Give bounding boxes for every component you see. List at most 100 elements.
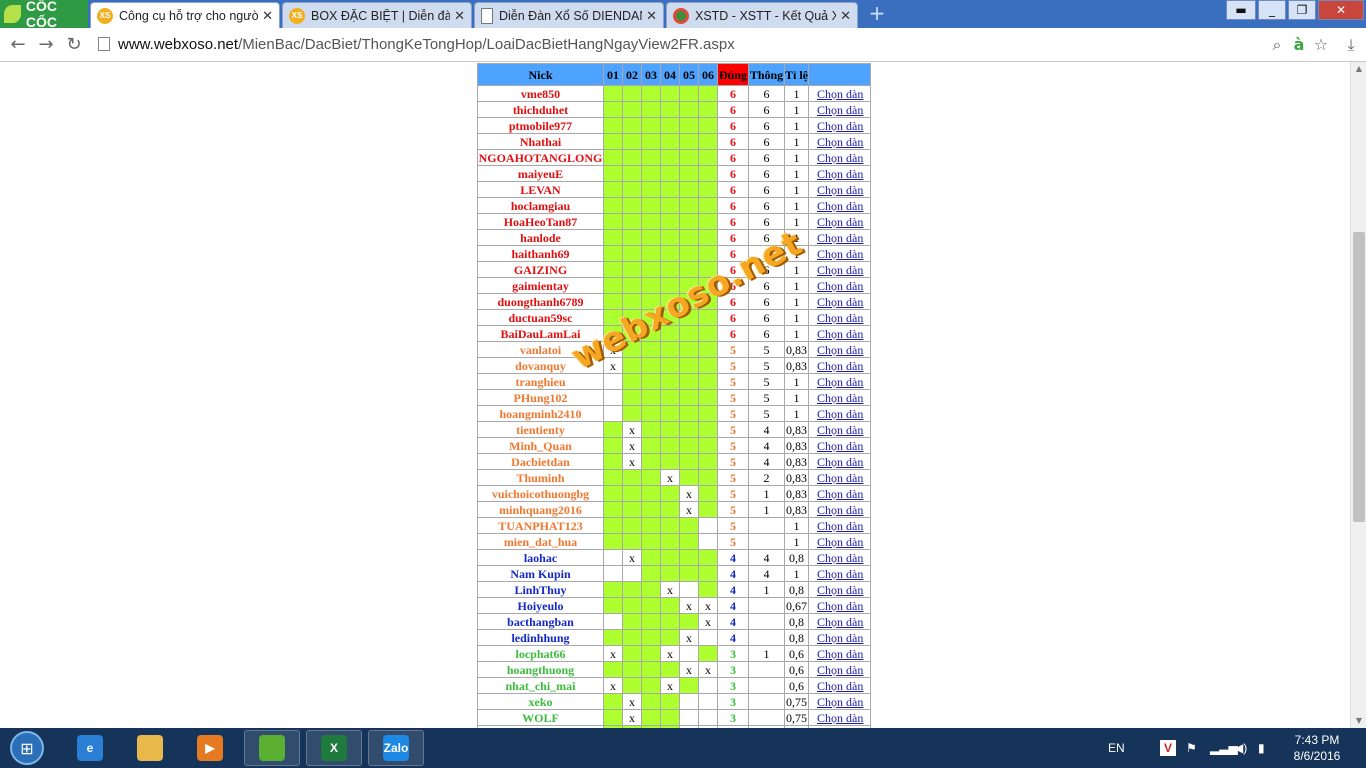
dung-cell: 6 bbox=[717, 117, 749, 134]
minimize-button[interactable]: _ bbox=[1258, 0, 1286, 20]
choose-set-link[interactable]: Chọn dàn bbox=[808, 709, 871, 726]
choose-set-link[interactable]: Chọn dàn bbox=[808, 437, 871, 454]
choose-set-link[interactable]: Chọn dàn bbox=[808, 517, 871, 534]
choose-set-link[interactable]: Chọn dàn bbox=[808, 245, 871, 262]
choose-set-link[interactable]: Chọn dàn bbox=[808, 325, 871, 342]
vertical-scrollbar[interactable]: ▲ ▼ bbox=[1350, 62, 1366, 728]
choose-set-link[interactable]: Chọn dàn bbox=[808, 293, 871, 310]
digit-cell-06: x bbox=[698, 661, 718, 678]
choose-set-link[interactable]: Chọn dàn bbox=[808, 133, 871, 150]
choose-set-link[interactable]: Chọn dàn bbox=[808, 149, 871, 166]
antivirus-tray-icon[interactable]: V bbox=[1160, 728, 1176, 768]
flag-tray-icon[interactable]: ⚑ bbox=[1186, 728, 1197, 768]
taskbar-app-excel[interactable]: X bbox=[306, 730, 362, 766]
maximize-button[interactable]: ❐ bbox=[1288, 0, 1316, 20]
battery-tray-icon[interactable]: ▮ bbox=[1258, 728, 1265, 768]
vietnamese-input-icon[interactable]: à bbox=[1288, 33, 1310, 57]
choose-set-link[interactable]: Chọn dàn bbox=[808, 677, 871, 694]
taskbar-app-media-player[interactable]: ▶ bbox=[182, 730, 238, 766]
choose-set-link[interactable]: Chọn dàn bbox=[808, 357, 871, 374]
system-clock[interactable]: 7:43 PM 8/6/2016 bbox=[1282, 732, 1352, 764]
zoom-icon[interactable]: ⌕ bbox=[1266, 33, 1288, 57]
choose-set-link[interactable]: Chọn dàn bbox=[808, 421, 871, 438]
taskbar-app-internet-explorer[interactable]: e bbox=[62, 730, 118, 766]
header-thong[interactable]: Thông bbox=[748, 63, 785, 86]
choose-set-link[interactable]: Chọn dàn bbox=[808, 213, 871, 230]
tab-close-icon[interactable]: ✕ bbox=[454, 8, 465, 24]
choose-set-link[interactable]: Chọn dàn bbox=[808, 581, 871, 598]
taskbar-app-coccoc[interactable] bbox=[244, 730, 300, 766]
choose-set-link[interactable]: Chọn dàn bbox=[808, 613, 871, 630]
scrollbar-thumb[interactable] bbox=[1353, 232, 1365, 522]
choose-set-link[interactable]: Chọn dàn bbox=[808, 453, 871, 470]
volume-tray-icon[interactable]: ◀) bbox=[1234, 728, 1247, 768]
digit-cell-01 bbox=[603, 293, 623, 310]
choose-set-link[interactable]: Chọn dàn bbox=[808, 469, 871, 486]
choose-set-link[interactable]: Chọn dàn bbox=[808, 549, 871, 566]
back-button[interactable]: ← bbox=[6, 33, 30, 57]
digit-cell-03 bbox=[641, 277, 661, 294]
choose-set-link[interactable]: Chọn dàn bbox=[808, 85, 871, 102]
choose-set-link[interactable]: Chọn dàn bbox=[808, 373, 871, 390]
forward-button[interactable]: → bbox=[34, 33, 58, 57]
choose-set-link[interactable]: Chọn dàn bbox=[808, 661, 871, 678]
tab-3[interactable]: XSTD - XSTT - Kết Quả Xổ ✕ bbox=[666, 2, 858, 28]
bookmark-star-icon[interactable]: ☆ bbox=[1310, 33, 1332, 57]
scroll-down-arrow-icon[interactable]: ▼ bbox=[1351, 714, 1366, 728]
taskbar-app-file-explorer[interactable] bbox=[122, 730, 178, 766]
tab-2[interactable]: Diễn Đàn Xổ Số DIENDAN ✕ bbox=[474, 2, 664, 28]
choose-set-link[interactable]: Chọn dàn bbox=[808, 629, 871, 646]
choose-set-link[interactable]: Chọn dàn bbox=[808, 277, 871, 294]
header-06[interactable]: 06 bbox=[698, 63, 718, 86]
choose-set-link[interactable]: Chọn dàn bbox=[808, 501, 871, 518]
header-dung[interactable]: Đúng bbox=[717, 63, 749, 86]
scroll-up-arrow-icon[interactable]: ▲ bbox=[1351, 62, 1366, 76]
nick-cell: WOLF bbox=[477, 709, 604, 726]
download-icon[interactable]: ⤓ bbox=[1340, 33, 1362, 57]
choose-set-link[interactable]: Chọn dàn bbox=[808, 405, 871, 422]
close-window-button[interactable]: ✕ bbox=[1318, 0, 1364, 20]
choose-set-link[interactable]: Chọn dàn bbox=[808, 309, 871, 326]
choose-set-link[interactable]: Chọn dàn bbox=[808, 165, 871, 182]
choose-set-link[interactable]: Chọn dàn bbox=[808, 261, 871, 278]
window-menu-button[interactable]: ▬ bbox=[1226, 0, 1256, 20]
taskbar-app-zalo[interactable]: Zalo bbox=[368, 730, 424, 766]
header-tile[interactable]: Tỉ lệ bbox=[784, 63, 809, 86]
tab-close-icon[interactable]: ✕ bbox=[646, 8, 657, 24]
header-03[interactable]: 03 bbox=[641, 63, 661, 86]
language-indicator[interactable]: EN bbox=[1108, 728, 1125, 768]
choose-set-link[interactable]: Chọn dàn bbox=[808, 597, 871, 614]
choose-set-link[interactable]: Chọn dàn bbox=[808, 565, 871, 582]
header-01[interactable]: 01 bbox=[603, 63, 623, 86]
coccoc-logo[interactable]: CỐC CỐC bbox=[0, 0, 88, 30]
table-row: Hoiyeulo x x 4 0,67 Chọn dàn bbox=[477, 597, 871, 614]
choose-set-link[interactable]: Chọn dàn bbox=[808, 181, 871, 198]
choose-set-link[interactable]: Chọn dàn bbox=[808, 341, 871, 358]
digit-cell-01 bbox=[603, 181, 623, 198]
new-tab-button[interactable]: + bbox=[866, 3, 888, 24]
tab-close-icon[interactable]: ✕ bbox=[840, 8, 851, 24]
choose-set-link[interactable]: Chọn dàn bbox=[808, 645, 871, 662]
digit-cell-03 bbox=[641, 341, 661, 358]
choose-set-link[interactable]: Chọn dàn bbox=[808, 485, 871, 502]
reload-button[interactable]: ↻ bbox=[62, 33, 86, 57]
digit-cell-04 bbox=[660, 213, 680, 230]
choose-set-link[interactable]: Chọn dàn bbox=[808, 101, 871, 118]
tab-0[interactable]: XS Công cụ hỗ trợ cho người ✕ bbox=[90, 2, 280, 28]
choose-set-link[interactable]: Chọn dàn bbox=[808, 533, 871, 550]
tab-1[interactable]: XS BOX ĐẶC BIỆT | Diễn đàn ✕ bbox=[282, 2, 472, 28]
choose-set-link[interactable]: Chọn dàn bbox=[808, 389, 871, 406]
table-row: vme850 6 6 1 Chọn dàn bbox=[477, 85, 871, 102]
header-02[interactable]: 02 bbox=[622, 63, 642, 86]
choose-set-link[interactable]: Chọn dàn bbox=[808, 197, 871, 214]
choose-set-link[interactable]: Chọn dàn bbox=[808, 229, 871, 246]
tab-close-icon[interactable]: ✕ bbox=[262, 8, 273, 24]
header-nick[interactable]: Nick bbox=[477, 63, 604, 86]
header-05[interactable]: 05 bbox=[679, 63, 699, 86]
dung-cell: 3 bbox=[717, 677, 749, 694]
choose-set-link[interactable]: Chọn dàn bbox=[808, 693, 871, 710]
header-04[interactable]: 04 bbox=[660, 63, 680, 86]
choose-set-link[interactable]: Chọn dàn bbox=[808, 117, 871, 134]
url-field[interactable]: www.webxoso.net/MienBac/DacBiet/ThongKeT… bbox=[98, 34, 1338, 56]
start-button[interactable]: ⊞ bbox=[2, 728, 52, 768]
